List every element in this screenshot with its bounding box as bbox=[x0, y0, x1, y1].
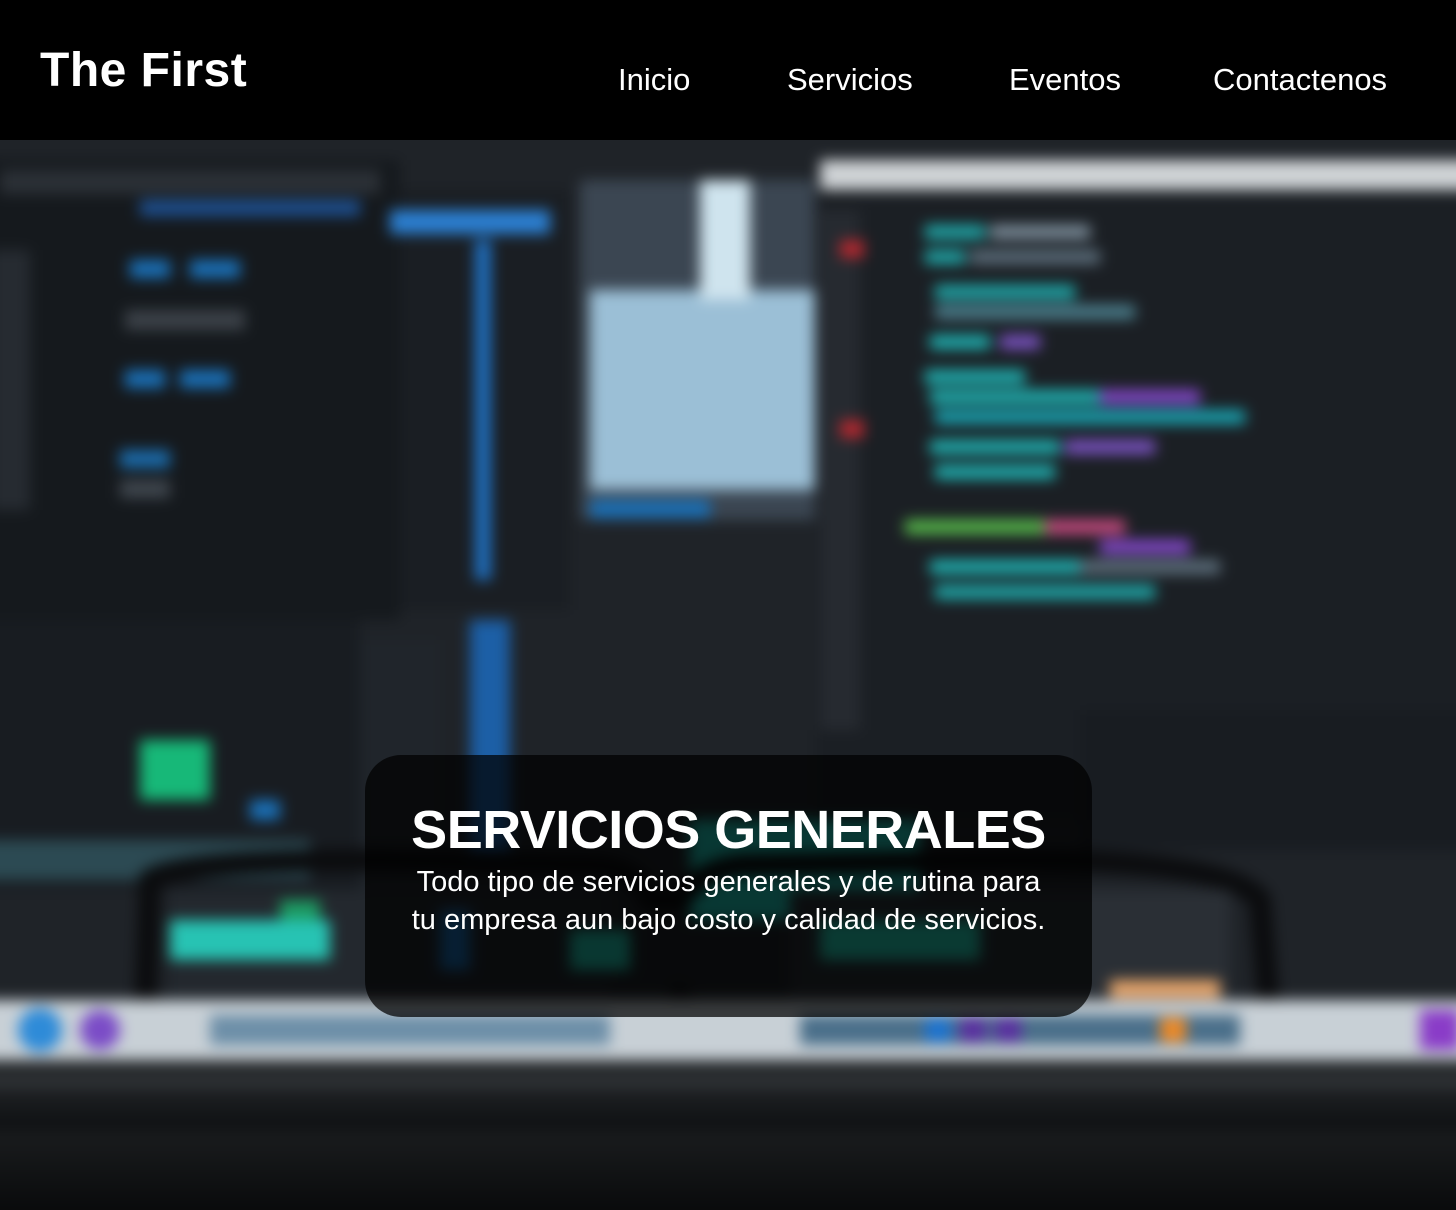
hero-section: SERVICIOS GENERALES Todo tipo de servici… bbox=[0, 140, 1456, 1210]
nav-link-eventos[interactable]: Eventos bbox=[1009, 58, 1121, 102]
nav-link-servicios[interactable]: Servicios bbox=[787, 58, 913, 102]
hero-card: SERVICIOS GENERALES Todo tipo de servici… bbox=[365, 755, 1092, 1017]
site-header: The First Inicio Servicios Eventos Conta… bbox=[0, 0, 1456, 140]
main-nav: Inicio Servicios Eventos Contactenos bbox=[0, 58, 1456, 102]
hero-description: Todo tipo de servicios generales y de ru… bbox=[411, 866, 1046, 936]
nav-link-contactenos[interactable]: Contactenos bbox=[1213, 58, 1387, 102]
hero-title: SERVICIOS GENERALES bbox=[411, 800, 1046, 860]
hero-background-image bbox=[0, 140, 1456, 1210]
nav-link-inicio[interactable]: Inicio bbox=[618, 58, 690, 102]
